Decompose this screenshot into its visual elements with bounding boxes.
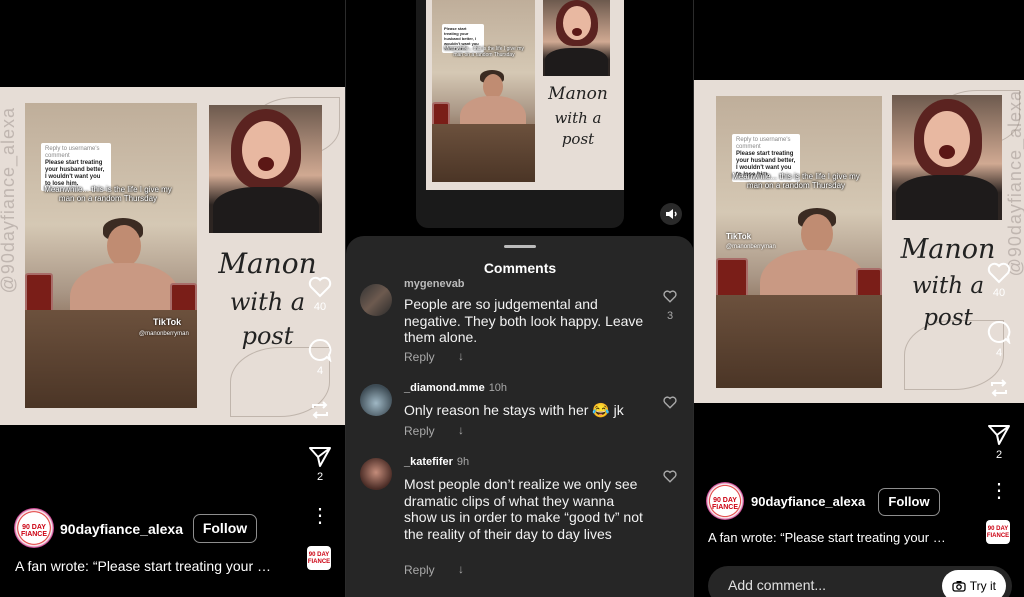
video-frame: Please start treating your husband bette… bbox=[432, 0, 535, 182]
repost-button[interactable] bbox=[985, 376, 1013, 400]
comment-icon bbox=[987, 320, 1011, 344]
like-button[interactable]: 40 bbox=[306, 276, 334, 313]
more-icon: ⋮ bbox=[989, 480, 1009, 502]
reply-button[interactable]: Reply bbox=[404, 563, 435, 577]
camera-icon bbox=[952, 581, 966, 592]
mute-button[interactable] bbox=[660, 203, 682, 225]
avatar[interactable] bbox=[360, 284, 392, 316]
comments-sheet: Comments mygenevab People are so judgeme… bbox=[346, 236, 694, 597]
post-image[interactable]: @90dayfiance_alexa Reply to username's c… bbox=[694, 80, 1024, 403]
video-frame: Reply to username's comment Please start… bbox=[25, 103, 197, 408]
more-button[interactable]: ⋮ bbox=[985, 481, 1013, 501]
woman-photo bbox=[543, 0, 610, 76]
like-button[interactable]: 40 bbox=[985, 262, 1013, 299]
comment-like-count: 3 bbox=[666, 310, 674, 322]
post-image[interactable]: Please start treating your husband bette… bbox=[426, 0, 624, 190]
video-caption: Meanwhile... this is the life I give my … bbox=[444, 46, 524, 58]
video-caption: Meanwhile... this is the life I give my … bbox=[732, 172, 860, 190]
chevron-down-icon[interactable]: ↓ bbox=[458, 562, 464, 576]
comment-username[interactable]: mygenevab bbox=[404, 278, 465, 290]
audio-thumbnail[interactable]: 90 DAY FIANCE bbox=[986, 520, 1010, 544]
video-frame: Reply to username's comment Please start… bbox=[716, 96, 882, 388]
comment-button[interactable]: 4 bbox=[306, 338, 334, 377]
reply-button[interactable]: Reply bbox=[404, 424, 435, 438]
comment-text: People are so judgemental and negative. … bbox=[404, 296, 644, 345]
more-icon: ⋮ bbox=[310, 505, 330, 527]
follow-button[interactable]: Follow bbox=[193, 514, 257, 543]
mute-icon bbox=[666, 209, 677, 219]
follow-button[interactable]: Follow bbox=[878, 488, 940, 516]
more-button[interactable]: ⋮ bbox=[306, 506, 334, 526]
heart-icon bbox=[663, 290, 677, 303]
send-icon bbox=[988, 425, 1010, 445]
try-it-button[interactable]: Try it bbox=[941, 570, 1006, 597]
comment-button[interactable]: 4 bbox=[985, 320, 1013, 359]
heart-icon bbox=[663, 396, 677, 409]
woman-photo bbox=[892, 95, 1002, 220]
overlay-title: Manon with a post bbox=[548, 84, 608, 148]
repost-icon bbox=[312, 401, 328, 419]
reply-button[interactable]: Reply bbox=[404, 350, 435, 364]
username[interactable]: 90dayfiance_alexa bbox=[751, 494, 865, 509]
repost-icon bbox=[991, 379, 1007, 397]
share-count: 2 bbox=[316, 471, 324, 483]
heart-icon bbox=[663, 470, 677, 483]
reel-panel-comments: Please start treating your husband bette… bbox=[346, 0, 694, 597]
share-count: 2 bbox=[995, 449, 1003, 461]
post-caption[interactable]: A fan wrote: “Please start treating your… bbox=[15, 558, 271, 574]
video-caption: Meanwhile... this is the life I give my … bbox=[44, 185, 172, 203]
comment-text: Most people don’t realize we only see dr… bbox=[404, 476, 643, 542]
username[interactable]: 90dayfiance_alexa bbox=[60, 521, 183, 537]
like-count: 40 bbox=[992, 287, 1006, 299]
reply-caption: Reply to username's comment Please start… bbox=[41, 143, 111, 191]
chevron-down-icon[interactable]: ↓ bbox=[458, 349, 464, 363]
post-image[interactable]: @90dayfiance_alexa Reply to username's c… bbox=[0, 87, 346, 425]
watermark: @90dayfiance_alexa bbox=[0, 107, 18, 294]
tiktok-handle: @manonberryman bbox=[726, 244, 776, 250]
comment-icon bbox=[308, 338, 332, 362]
audio-thumbnail[interactable]: 90 DAY FIANCE bbox=[307, 546, 331, 570]
comment-username[interactable]: _katefifer 9h bbox=[404, 456, 469, 468]
add-comment-input[interactable]: Add comment... Try it bbox=[708, 566, 1012, 597]
avatar[interactable]: 90 DAY FIANCE bbox=[14, 508, 54, 548]
share-button[interactable]: 2 bbox=[306, 446, 334, 483]
sheet-title: Comments bbox=[483, 260, 557, 276]
avatar[interactable] bbox=[360, 458, 392, 490]
comment-count: 4 bbox=[316, 365, 324, 377]
share-button[interactable]: 2 bbox=[985, 424, 1013, 461]
tiktok-logo: TikTok bbox=[726, 232, 752, 241]
comment-count: 4 bbox=[995, 347, 1003, 359]
chevron-down-icon[interactable]: ↓ bbox=[458, 423, 464, 437]
post-caption[interactable]: A fan wrote: “Please start treating your… bbox=[708, 530, 946, 545]
repost-button[interactable] bbox=[306, 398, 334, 422]
comment-username[interactable]: _diamond.mme 10h bbox=[404, 382, 507, 394]
like-count: 40 bbox=[313, 301, 327, 313]
comment-like-button[interactable]: 3 bbox=[660, 290, 680, 322]
avatar[interactable] bbox=[360, 384, 392, 416]
add-comment-placeholder: Add comment... bbox=[728, 577, 827, 593]
heart-icon bbox=[308, 276, 332, 298]
send-icon bbox=[309, 447, 331, 467]
comment-like-button[interactable] bbox=[660, 470, 680, 488]
reel-panel-left: @90dayfiance_alexa Reply to username's c… bbox=[0, 0, 346, 597]
reel-panel-right: @90dayfiance_alexa Reply to username's c… bbox=[694, 0, 1024, 597]
woman-photo bbox=[209, 105, 322, 233]
sheet-handle[interactable] bbox=[504, 245, 536, 248]
avatar[interactable]: 90 DAY FIANCE bbox=[706, 482, 744, 520]
tiktok-logo: TikTok bbox=[153, 317, 182, 327]
comment-text: Only reason he stays with her 😂 jk bbox=[404, 402, 624, 418]
tiktok-handle: @manonberryman bbox=[139, 331, 189, 337]
comment-like-button[interactable] bbox=[660, 396, 680, 414]
heart-icon bbox=[987, 262, 1011, 284]
